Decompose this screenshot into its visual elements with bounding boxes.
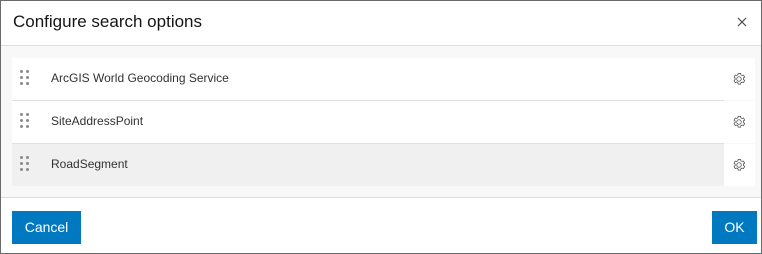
list-item-source[interactable]: SiteAddressPoint	[12, 101, 724, 144]
list-item-source[interactable]: RoadSegment	[12, 144, 724, 186]
configure-search-dialog: Configure search options ArcGIS World Ge…	[0, 0, 762, 254]
gear-icon[interactable]	[730, 156, 748, 174]
gear-icon[interactable]	[730, 113, 748, 131]
source-label: RoadSegment	[51, 157, 128, 171]
drag-handle-icon[interactable]	[20, 156, 32, 174]
dialog-title: Configure search options	[13, 12, 203, 31]
source-settings-cell	[724, 144, 755, 186]
dialog-footer: Cancel OK	[1, 198, 761, 253]
list-item-source[interactable]: ArcGIS World Geocoding Service	[12, 58, 724, 101]
cancel-button[interactable]: Cancel	[12, 211, 81, 244]
drag-handle-icon[interactable]	[20, 70, 32, 88]
source-label: ArcGIS World Geocoding Service	[51, 71, 229, 85]
close-icon[interactable]	[733, 13, 751, 31]
search-sources-list: ArcGIS World Geocoding Service SiteAddre…	[1, 46, 761, 198]
ok-button[interactable]: OK	[712, 211, 757, 244]
close-icon-glyph	[737, 17, 747, 27]
dialog-header: Configure search options	[1, 1, 761, 46]
source-settings-cell	[724, 101, 755, 143]
drag-handle-icon[interactable]	[20, 113, 32, 131]
source-settings-cell	[724, 58, 755, 100]
gear-icon[interactable]	[730, 70, 748, 88]
source-label: SiteAddressPoint	[51, 114, 144, 128]
